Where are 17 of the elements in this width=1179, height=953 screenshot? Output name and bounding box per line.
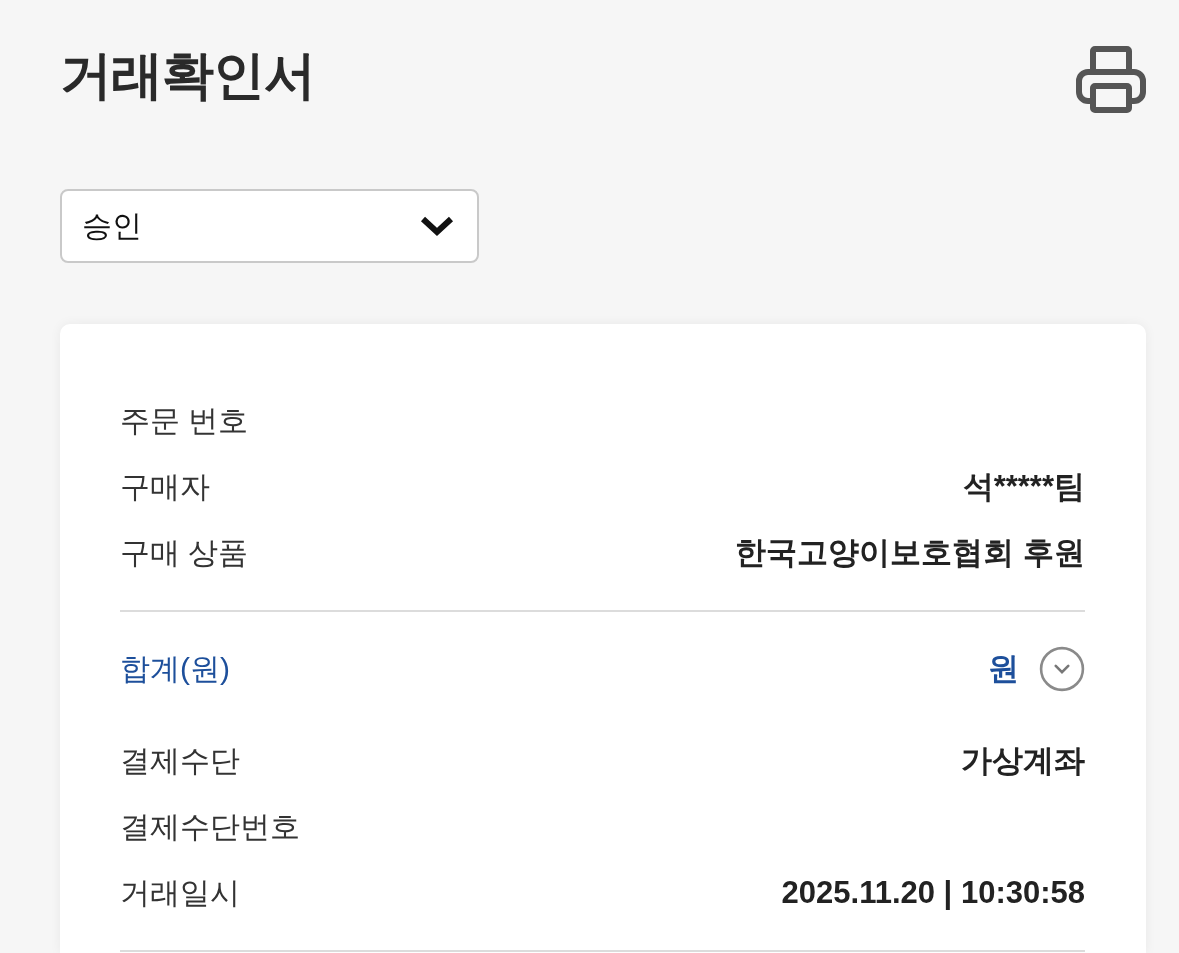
field-value: 석*****팀 xyxy=(962,468,1085,506)
field-value: 한국고양이보호협회 후원 xyxy=(735,534,1085,572)
field-label: 거래일시 xyxy=(120,874,240,911)
total-amount: 원 xyxy=(988,650,1019,688)
field-value: 2025.11.20 | 10:30:58 xyxy=(781,875,1085,911)
status-dropdown[interactable]: 승인 xyxy=(60,189,479,263)
field-value: 가상계좌 xyxy=(961,742,1085,780)
field-label: 구매 상품 xyxy=(120,534,249,571)
page-title: 거래확인서 xyxy=(60,45,315,106)
field-label: 주문 번호 xyxy=(120,402,249,439)
field-label: 결제수단번호 xyxy=(120,808,300,845)
field-label: 구매자 xyxy=(120,468,210,505)
chevron-down-circle-icon[interactable] xyxy=(1039,646,1085,692)
field-label: 결제수단 xyxy=(120,742,240,779)
printer-icon[interactable] xyxy=(1076,45,1146,113)
total-label: 합계(원) xyxy=(120,650,230,687)
chevron-down-icon xyxy=(419,215,455,237)
